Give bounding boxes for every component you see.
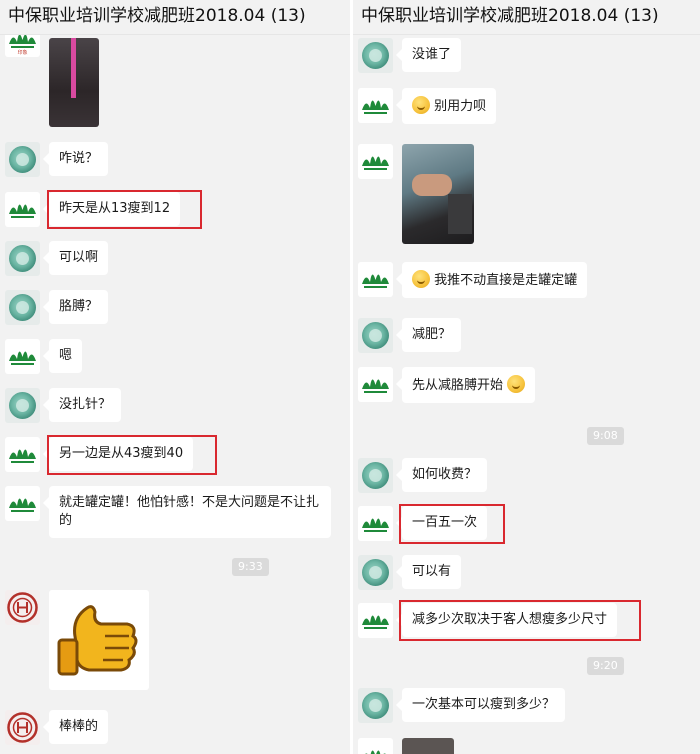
tape-measure: [71, 38, 76, 98]
message-bubble[interactable]: 胳膊？: [42, 290, 109, 324]
message-bubble[interactable]: 一次基本可以瘦到多少？: [395, 688, 566, 722]
message-bubble[interactable]: 可以啊: [42, 241, 109, 275]
message-bubble[interactable]: 先从减胳膊开始: [395, 367, 536, 403]
lotus-logo-avatar-icon[interactable]: [358, 262, 393, 297]
message-row: 昨天是从13瘦到12: [0, 190, 350, 229]
lotus-logo-avatar-icon[interactable]: [5, 437, 40, 472]
jade-avatar-icon[interactable]: [358, 458, 393, 493]
emoji-icon: [507, 375, 526, 393]
lotus-logo-avatar-icon[interactable]: [5, 486, 40, 521]
message-row: 如何收费？: [353, 458, 700, 494]
jade-avatar-icon[interactable]: [358, 688, 393, 723]
body-photo[interactable]: [49, 38, 99, 127]
timestamp: 9:20: [587, 657, 624, 675]
message-bubble[interactable]: 可以有: [395, 555, 462, 589]
lotus-logo-avatar-icon[interactable]: [358, 367, 393, 402]
timestamp: 9:33: [232, 558, 269, 576]
message-row: 一次基本可以瘦到多少？: [353, 688, 700, 724]
seal-avatar-icon[interactable]: [5, 590, 40, 625]
jade-avatar-icon[interactable]: [5, 388, 40, 423]
message-row: 另一边是从43瘦到40: [0, 435, 350, 475]
emoji-icon: [412, 270, 430, 288]
message-bubble[interactable]: 棒棒的: [42, 710, 109, 744]
message-row: 没扎针？: [0, 388, 350, 424]
message-row: 别用力呗: [353, 88, 700, 124]
chat-pane-left: 中保职业培训学校减肥班2018.04 (13) 印象 咋说？ 昨天是从13瘦到1…: [0, 0, 350, 754]
lotus-logo-avatar-icon[interactable]: [358, 603, 393, 638]
message-bubble[interactable]: 昨天是从13瘦到12: [42, 192, 181, 226]
jade-avatar-icon[interactable]: [5, 142, 40, 177]
timestamp: 9:08: [587, 427, 624, 445]
message-row: 咋说？: [0, 142, 350, 178]
message-row: [353, 144, 700, 244]
message-row: 可以有: [353, 555, 700, 591]
message-text: 我推不动直接是走罐定罐: [434, 273, 578, 288]
message-bubble[interactable]: 别用力呗: [395, 88, 497, 124]
jade-avatar-icon[interactable]: [358, 318, 393, 353]
message-bubble[interactable]: 没谁了: [395, 38, 462, 72]
emoji-icon: [412, 96, 430, 114]
photo-figure: [412, 174, 452, 196]
message-row: [0, 590, 350, 690]
message-text: 先从减胳膊开始: [412, 378, 504, 393]
message-row: 胳膊？: [0, 290, 350, 326]
message-row: 可以啊: [0, 241, 350, 277]
message-row: 减肥？: [353, 318, 700, 354]
lotus-logo-avatar-icon[interactable]: [358, 88, 393, 123]
svg-text:印象: 印象: [17, 49, 27, 56]
message-bubble[interactable]: 减肥？: [395, 318, 462, 352]
lotus-logo-avatar-icon[interactable]: [358, 738, 393, 754]
message-text: 别用力呗: [434, 99, 487, 114]
message-row: 就走罐定罐！他怕针感！不是大问题是不让扎的: [0, 486, 350, 542]
message-row: 我推不动直接是走罐定罐: [353, 262, 700, 298]
chat-title: 中保职业培训学校减肥班2018.04 (13): [353, 0, 700, 35]
chat-title: 中保职业培训学校减肥班2018.04 (13): [0, 0, 350, 35]
message-bubble[interactable]: 就走罐定罐！他怕针感！不是大问题是不让扎的: [43, 486, 331, 538]
lotus-logo-avatar-icon[interactable]: [5, 192, 40, 227]
jade-avatar-icon[interactable]: [358, 38, 393, 73]
message-row: 减多少次取决于客人想瘦多少尺寸: [353, 600, 700, 641]
jade-avatar-icon[interactable]: [5, 290, 40, 325]
photo-equipment: [448, 194, 472, 234]
seal-avatar-icon[interactable]: [5, 710, 40, 745]
lotus-logo-avatar-icon[interactable]: [358, 144, 393, 179]
message-bubble[interactable]: 我推不动直接是走罐定罐: [395, 262, 588, 298]
message-row: 印象: [0, 22, 350, 127]
message-row: 嗯: [0, 339, 350, 375]
message-bubble[interactable]: 一百五一次: [395, 506, 488, 540]
thumbs-up-sticker[interactable]: [49, 590, 149, 690]
jade-avatar-icon[interactable]: [358, 555, 393, 590]
message-row: [353, 738, 700, 754]
message-row: 一百五一次: [353, 504, 700, 544]
partial-photo[interactable]: [402, 738, 454, 754]
message-row: 没谁了: [353, 34, 700, 73]
lotus-logo-avatar-icon[interactable]: [358, 506, 393, 541]
message-bubble[interactable]: 嗯: [42, 339, 83, 373]
message-bubble[interactable]: 如何收费？: [395, 458, 488, 492]
message-bubble[interactable]: 减多少次取决于客人想瘦多少尺寸: [395, 603, 618, 637]
message-bubble[interactable]: 没扎针？: [42, 388, 122, 422]
message-row: 棒棒的: [0, 710, 350, 746]
message-bubble[interactable]: 另一边是从43瘦到40: [42, 437, 194, 471]
message-bubble[interactable]: 咋说？: [42, 142, 109, 176]
message-row: 先从减胳膊开始: [353, 367, 700, 403]
lotus-logo-avatar-icon[interactable]: [5, 339, 40, 374]
jade-avatar-icon[interactable]: [5, 241, 40, 276]
treatment-photo[interactable]: [402, 144, 474, 244]
chat-pane-right: 中保职业培训学校减肥班2018.04 (13) 没谁了 别用力呗 我推不动直接是…: [353, 0, 700, 754]
